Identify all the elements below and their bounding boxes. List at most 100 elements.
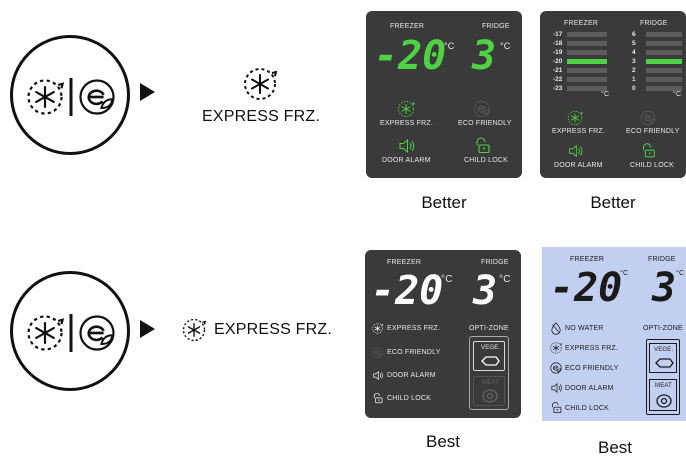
scale-row: 0	[632, 85, 682, 92]
scale-value: 6	[632, 31, 636, 38]
express-freeze-icon	[180, 316, 208, 344]
fridge-temperature: 3	[652, 265, 677, 311]
meat-icon	[482, 389, 498, 403]
vege-button[interactable]: VEGE.	[649, 343, 677, 373]
vegetable-icon	[481, 356, 500, 366]
eco-friendly-icon[interactable]	[549, 361, 563, 375]
express-freeze-label: EXPRESS FRZ.	[565, 345, 618, 352]
fridge-label: FRIDGE	[640, 20, 668, 27]
express-freeze-label: EXPRESS FRZ.	[380, 120, 433, 127]
express-freeze-icon	[240, 64, 280, 104]
eco-friendly-label: ECO FRIENDLY	[458, 120, 512, 127]
scale-bar[interactable]	[646, 86, 682, 91]
scale-value: -22	[553, 76, 563, 83]
fridge-temperature: 3	[473, 268, 498, 314]
fridge-label: FRIDGE	[482, 23, 510, 30]
express-freeze-label: EXPRESS FRZ.	[202, 108, 320, 125]
door-alarm-label: DOOR ALARM	[565, 385, 614, 392]
scale-value: -21	[553, 67, 563, 74]
control-panel-digital-green: FREEZER FRIDGE -20 °C 3 °C EXPRESS FRZ. …	[366, 11, 522, 178]
snowflake-eco-icon	[27, 314, 115, 352]
meat-button[interactable]: MEAT	[649, 379, 677, 411]
eco-friendly-icon[interactable]	[371, 346, 384, 359]
no-water-label: NO WATER	[565, 325, 604, 332]
express-freeze-label: EXPRESS FRZ.	[552, 128, 605, 135]
scale-bar[interactable]	[646, 50, 682, 55]
freezer-unit: °C	[620, 270, 629, 277]
scale-bar[interactable]	[567, 50, 607, 55]
scale-bar[interactable]	[567, 32, 607, 37]
scale-bar-selected[interactable]	[646, 59, 682, 64]
scale-bar[interactable]	[567, 86, 607, 91]
scale-value: -19	[553, 49, 563, 56]
panel-caption: Best	[597, 438, 633, 457]
meat-icon	[656, 394, 672, 408]
eco-friendly-icon[interactable]	[639, 109, 657, 127]
scale-row: 1	[632, 76, 682, 83]
express-freeze-icon[interactable]	[396, 99, 416, 119]
door-alarm-icon[interactable]	[566, 142, 584, 160]
scale-bar[interactable]	[646, 41, 682, 46]
feature-button-circle	[10, 271, 130, 391]
fridge-temperature: 3	[472, 33, 497, 79]
opti-zone-label: OPTI-ZONE	[469, 325, 509, 332]
door-alarm-icon[interactable]	[371, 369, 384, 382]
scale-row: -17	[553, 31, 607, 38]
vegetable-icon	[655, 358, 674, 368]
meat-label: MEAT	[482, 380, 500, 386]
scale-bar-selected[interactable]	[567, 59, 607, 64]
child-lock-label: CHILD LOCK	[565, 405, 610, 412]
eco-friendly-label: ECO FRIENDLY	[626, 128, 680, 135]
express-freeze-icon[interactable]	[566, 109, 584, 127]
scale-row: 6	[632, 31, 682, 38]
child-lock-icon[interactable]	[371, 392, 384, 405]
scale-value: 1	[632, 76, 636, 83]
scale-value: 0	[632, 85, 636, 92]
scale-row: -22	[553, 76, 607, 83]
control-panel-lcd: FREEZER FRIDGE -20 °C 3 °C NO WATER EXPR…	[542, 247, 686, 421]
eco-friendly-icon[interactable]	[472, 99, 492, 119]
scale-row: 3	[632, 58, 682, 65]
fridge-unit: °C	[500, 41, 511, 51]
scale-row: -20	[553, 58, 607, 65]
scale-value: 5	[632, 40, 636, 47]
express-freeze-label: EXPRESS FRZ.	[214, 321, 332, 338]
door-alarm-label: DOOR ALARM	[387, 372, 436, 379]
freezer-label: FREEZER	[570, 256, 605, 263]
fridge-unit: °C	[499, 274, 511, 285]
child-lock-label: CHILD LOCK	[464, 157, 509, 164]
child-lock-label: CHILD LOCK	[630, 162, 675, 169]
arrow-right-icon	[140, 320, 155, 338]
eco-friendly-label: ECO FRIENDLY	[387, 349, 441, 356]
scale-bar[interactable]	[567, 68, 607, 73]
freezer-temperature: -20	[550, 265, 623, 311]
feature-button-circle	[10, 35, 130, 155]
snowflake-eco-icon	[27, 78, 115, 116]
scale-value: 2	[632, 67, 636, 74]
scale-row: -21	[553, 67, 607, 74]
door-alarm-icon[interactable]	[396, 136, 416, 156]
meat-button[interactable]: MEAT	[473, 376, 505, 406]
scale-bar[interactable]	[567, 77, 607, 82]
express-freeze-icon[interactable]	[371, 322, 384, 335]
freezer-temperature: -20	[371, 268, 444, 314]
express-freeze-icon[interactable]	[549, 341, 563, 355]
scale-row: 4	[632, 49, 682, 56]
child-lock-icon[interactable]	[549, 401, 563, 415]
scale-bar[interactable]	[646, 68, 682, 73]
control-panel-opti-zone: FREEZER FRIDGE -20 °C 3 °C EXPRESS FRZ. …	[365, 250, 521, 418]
vege-button[interactable]: VEGE.	[473, 341, 505, 371]
scale-row: 2	[632, 67, 682, 74]
meat-label: MEAT	[655, 383, 673, 389]
scale-bar[interactable]	[567, 41, 607, 46]
vege-label: VEGE.	[654, 347, 674, 353]
scale-bar[interactable]	[646, 32, 682, 37]
scale-value: -23	[553, 85, 563, 92]
scale-bar[interactable]	[646, 77, 682, 82]
child-lock-icon[interactable]	[472, 136, 492, 156]
express-freeze-label: EXPRESS FRZ.	[387, 325, 440, 332]
fridge-label: FRIDGE	[648, 256, 676, 263]
child-lock-icon[interactable]	[639, 142, 657, 160]
child-lock-label: CHILD LOCK	[387, 395, 432, 402]
door-alarm-icon[interactable]	[549, 381, 563, 395]
